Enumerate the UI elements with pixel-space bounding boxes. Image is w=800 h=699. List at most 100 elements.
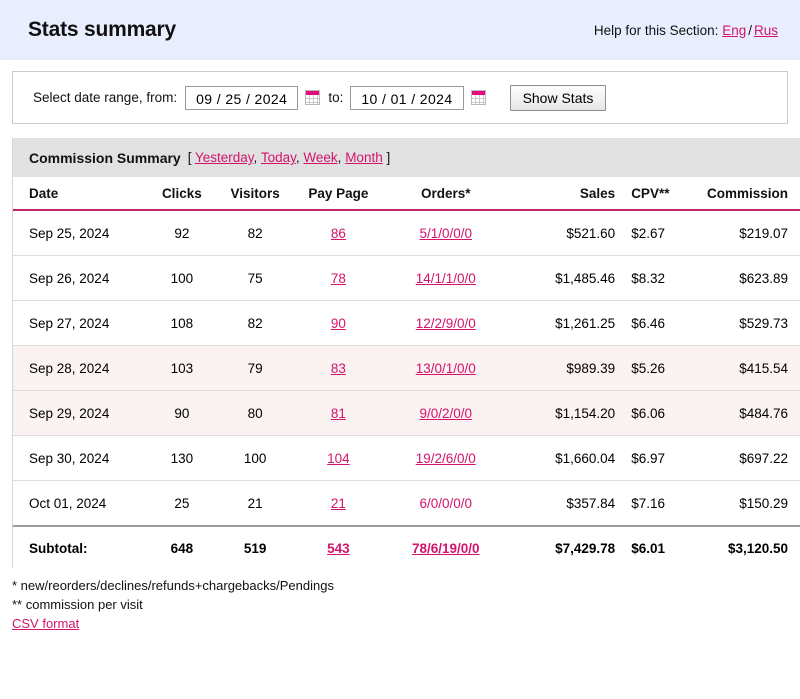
row-cpv: $6.06: [615, 390, 707, 436]
row-orders: 14/1/1/0/0: [383, 255, 509, 301]
help-label: Help for this Section:: [593, 22, 719, 38]
row-cpv: $6.97: [615, 435, 707, 481]
table-head: Date Clicks Visitors Pay Page Orders* Sa…: [13, 177, 800, 211]
row-clicks: 100: [146, 255, 217, 301]
row-sales: $1,485.46: [508, 255, 616, 301]
quick-link-sep-3: ,: [337, 150, 342, 165]
quick-link-today[interactable]: Today: [261, 150, 296, 165]
row-pay-page-link[interactable]: 83: [331, 361, 346, 376]
col-header-sales: Sales: [508, 177, 616, 211]
csv-format-link[interactable]: CSV format: [12, 616, 79, 631]
subtotal-clicks: 648: [146, 525, 217, 568]
help-link-eng[interactable]: Eng: [722, 23, 746, 38]
commission-table: Date Clicks Visitors Pay Page Orders* Sa…: [13, 177, 800, 568]
help-section: Help for this Section: Eng / Rus: [594, 23, 778, 38]
row-pay-page: 90: [293, 300, 384, 346]
row-sales: $1,154.20: [508, 390, 616, 436]
row-commission: $219.07: [706, 210, 800, 256]
row-visitors: 82: [216, 210, 294, 256]
row-pay-page: 104: [293, 435, 384, 481]
date-to-input[interactable]: 10 / 01 / 2024: [350, 85, 464, 110]
row-visitors: 100: [216, 435, 294, 481]
row-clicks: 130: [146, 435, 217, 481]
row-commission: $484.76: [706, 390, 800, 436]
commission-summary-box: Commission Summary [ Yesterday, Today, W…: [12, 138, 800, 568]
row-pay-page-link[interactable]: 21: [331, 496, 346, 511]
commission-summary-titlebar: Commission Summary [ Yesterday, Today, W…: [13, 138, 800, 177]
row-date: Sep 30, 2024: [13, 435, 147, 481]
help-link-rus[interactable]: Rus: [754, 23, 778, 38]
quick-range-links: [ Yesterday, Today, Week, Month ]: [188, 150, 391, 165]
quick-link-yesterday[interactable]: Yesterday: [195, 150, 254, 165]
table-row: Oct 01, 2024 25 21 21 6/0/0/0/0 $357.84 $7.16 $…: [13, 480, 800, 527]
date-range-panel: Select date range, from: 09 / 25 / 2024 …: [12, 71, 788, 124]
subtotal-orders-link[interactable]: 78/6/19/0/0: [412, 541, 480, 556]
row-pay-page-link[interactable]: 78: [331, 271, 346, 286]
footnote-orders: * new/reorders/declines/refunds+chargeba…: [12, 578, 334, 593]
row-orders-link[interactable]: 14/1/1/0/0: [416, 271, 476, 286]
quick-link-week[interactable]: Week: [303, 150, 337, 165]
row-visitors: 79: [216, 345, 294, 391]
footnotes: * new/reorders/declines/refunds+chargeba…: [0, 568, 800, 634]
row-orders-link[interactable]: 9/0/2/0/0: [419, 406, 472, 421]
page-title: Stats summary: [28, 18, 176, 41]
date-range-section: Select date range, from: 09 / 25 / 2024 …: [0, 60, 800, 124]
table-row: Sep 26, 2024 100 75 78 14/1/1/0/0 $1,485.46 $8…: [13, 255, 800, 301]
row-orders-link[interactable]: 13/0/1/0/0: [416, 361, 476, 376]
table-row: Sep 25, 2024 92 82 86 5/1/0/0/0 $521.60 $2.67 $…: [13, 210, 800, 256]
row-orders-link[interactable]: 12/2/9/0/0: [416, 316, 476, 331]
bracket-open: [: [187, 150, 192, 165]
row-orders-link[interactable]: 19/2/6/0/0: [416, 451, 476, 466]
row-pay-page: 81: [293, 390, 384, 436]
subtotal-sales: $7,429.78: [508, 525, 616, 568]
subtotal-label: Subtotal:: [13, 525, 147, 568]
row-pay-page: 86: [293, 210, 384, 256]
show-stats-button[interactable]: Show Stats: [509, 84, 607, 111]
row-pay-page-link[interactable]: 81: [331, 406, 346, 421]
row-pay-page: 78: [293, 255, 384, 301]
row-cpv: $2.67: [615, 210, 707, 256]
quick-link-month[interactable]: Month: [345, 150, 383, 165]
col-header-orders: Orders*: [383, 177, 509, 211]
row-pay-page-link[interactable]: 104: [327, 451, 350, 466]
row-date: Sep 27, 2024: [13, 300, 147, 346]
row-cpv: $6.46: [615, 300, 707, 346]
subtotal-pay-page: 543: [293, 525, 384, 568]
row-commission: $150.29: [706, 480, 800, 527]
col-header-visitors: Visitors: [216, 177, 294, 211]
table-row: Sep 30, 2024 130 100 104 19/2/6/0/0 $1,660.04…: [13, 435, 800, 481]
commission-summary-title: Commission Summary: [29, 149, 181, 166]
page-header: Stats summary Help for this Section: Eng…: [0, 0, 800, 60]
col-header-clicks: Clicks: [146, 177, 217, 211]
row-sales: $521.60: [508, 210, 616, 256]
calendar-icon-from[interactable]: [305, 90, 321, 105]
row-cpv: $7.16: [615, 480, 707, 527]
table-header-row: Date Clicks Visitors Pay Page Orders* Sa…: [13, 177, 800, 211]
row-clicks: 108: [146, 300, 217, 346]
row-visitors: 80: [216, 390, 294, 436]
quick-link-sep-2: ,: [295, 150, 300, 165]
row-commission: $529.73: [706, 300, 800, 346]
footnote-cpv: ** commission per visit: [12, 596, 143, 612]
row-orders-link[interactable]: 5/1/0/0/0: [419, 226, 472, 241]
row-clicks: 92: [146, 210, 217, 256]
col-header-pay-page: Pay Page: [293, 177, 384, 211]
row-sales: $1,660.04: [508, 435, 616, 481]
subtotal-cpv: $6.01: [615, 525, 707, 568]
row-visitors: 82: [216, 300, 294, 346]
col-header-date: Date: [13, 177, 147, 211]
date-from-input[interactable]: 09 / 25 / 2024: [185, 85, 299, 110]
quick-link-sep-1: ,: [253, 150, 258, 165]
calendar-icon-to[interactable]: [470, 90, 486, 105]
row-visitors: 75: [216, 255, 294, 301]
row-pay-page-link[interactable]: 86: [331, 226, 346, 241]
subtotal-orders: 78/6/19/0/0: [383, 525, 509, 568]
col-header-commission: Commission: [706, 177, 800, 211]
col-header-cpv: CPV**: [615, 177, 707, 211]
subtotal-pay-page-link[interactable]: 543: [327, 541, 350, 556]
row-orders: 5/1/0/0/0: [383, 210, 509, 256]
date-to-label: to:: [328, 90, 344, 105]
row-pay-page-link[interactable]: 90: [331, 316, 346, 331]
row-commission: $623.89: [706, 255, 800, 301]
bracket-close: ]: [386, 150, 391, 165]
